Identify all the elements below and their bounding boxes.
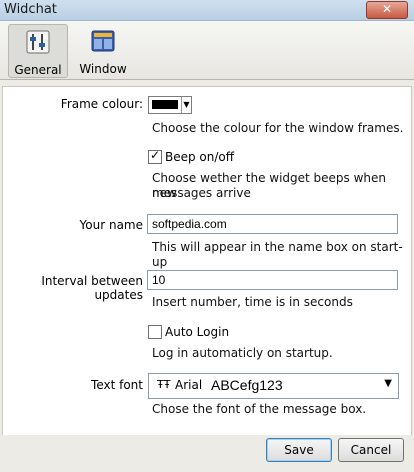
auto-login-hint: Log in automaticly on startup.: [152, 346, 333, 360]
tab-general[interactable]: General: [8, 24, 68, 78]
text-font-hint: Chose the font of the message box.: [152, 402, 367, 416]
text-font-select[interactable]: ŦŦ Arial ABCefg123 ▼: [148, 373, 399, 399]
beep-checkbox[interactable]: ✓: [148, 148, 162, 164]
frame-colour-hint: Choose the colour for the window frames.: [152, 121, 404, 135]
preferences-toolbar: General Window: [0, 21, 414, 80]
tab-window[interactable]: Window: [74, 24, 132, 76]
title-bar: Widchat ✕: [0, 0, 414, 21]
your-name-label: Your name: [79, 218, 143, 232]
dialog-footer: Save Cancel: [0, 435, 414, 472]
chevron-down-icon: ▼: [384, 378, 392, 389]
interval-input[interactable]: [147, 270, 398, 290]
beep-label: Beep on/off: [165, 150, 235, 164]
interval-hint: Insert number, time is in seconds: [152, 295, 353, 309]
cancel-button[interactable]: Cancel: [338, 438, 404, 462]
font-sample: ABCefg123: [211, 377, 283, 393]
truetype-font-icon: ŦŦ: [157, 378, 171, 391]
your-name-input[interactable]: [147, 214, 398, 234]
frame-colour-picker[interactable]: ▼: [148, 96, 192, 114]
close-icon: ✕: [381, 2, 393, 16]
window-title: Widchat: [4, 2, 57, 17]
chevron-down-icon: ▼: [181, 97, 191, 113]
auto-login-checkbox[interactable]: [148, 325, 162, 339]
text-font-label: Text font: [91, 378, 143, 392]
interval-label: Interval between updates: [41, 274, 143, 302]
your-name-hint: This will appear in the name box on star…: [152, 240, 403, 269]
tab-window-label: Window: [79, 62, 127, 76]
font-name: Arial: [175, 378, 203, 392]
auto-login-label: Auto Login: [165, 325, 230, 339]
frame-colour-label: Frame colour:: [60, 97, 143, 111]
checkmark-icon: ✓: [150, 148, 161, 162]
sliders-icon: [26, 30, 50, 54]
close-button[interactable]: ✕: [366, 1, 408, 19]
save-button[interactable]: Save: [266, 438, 332, 462]
tab-general-label: General: [14, 63, 62, 77]
colour-swatch: [152, 100, 178, 109]
beep-hint-line2: messages arrive: [152, 186, 251, 200]
window-icon: [91, 30, 115, 52]
